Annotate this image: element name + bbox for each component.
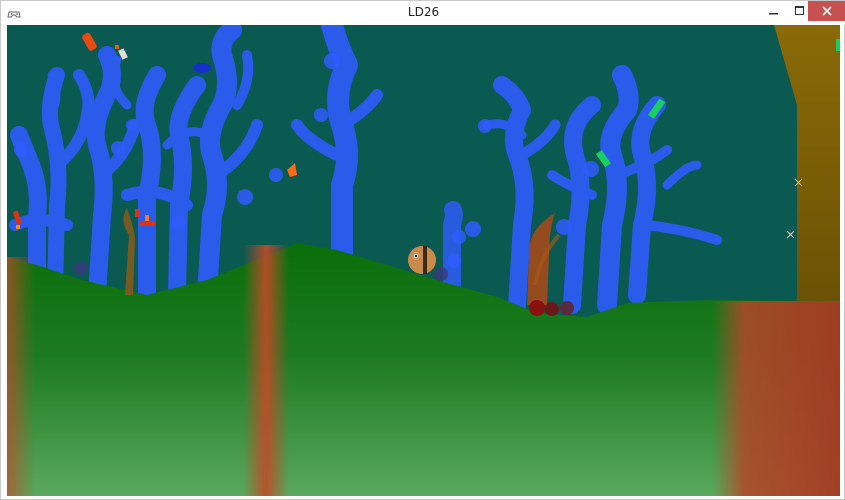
close-icon (822, 6, 832, 16)
game-scene (7, 25, 840, 496)
maximize-icon (795, 6, 804, 15)
player-fish (408, 246, 436, 274)
seaweed-left (123, 208, 135, 295)
close-button[interactable] (808, 1, 845, 21)
coral-cluster-right (482, 65, 722, 315)
minimize-icon (769, 13, 778, 15)
minimize-button[interactable] (761, 1, 787, 21)
rock-wall (774, 25, 840, 305)
fish-green-edge (836, 39, 840, 51)
fish-blue-dark (193, 63, 211, 73)
fish-orange-small (287, 163, 297, 177)
fish-orange-topleft (82, 32, 97, 51)
seaweed-right (527, 213, 561, 305)
game-viewport[interactable] (7, 25, 840, 496)
coral-cluster-left (9, 25, 263, 305)
window-title: LD26 (407, 5, 440, 19)
game-window: LD26 (0, 0, 845, 500)
coral-spike (443, 201, 463, 294)
title-bar[interactable]: LD26 (1, 1, 845, 25)
